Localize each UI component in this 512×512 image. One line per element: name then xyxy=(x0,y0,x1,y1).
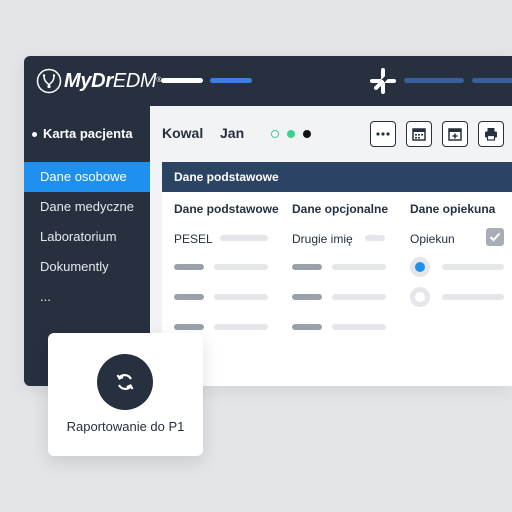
calendar-icon xyxy=(412,128,426,141)
sync-button[interactable] xyxy=(97,354,153,410)
calendar-add-button[interactable] xyxy=(442,121,468,147)
more-button[interactable] xyxy=(370,121,396,147)
column-header-guardian: Dane opiekuna xyxy=(410,202,496,216)
sidebar-item-dane-osobowe[interactable]: Dane osobowe xyxy=(24,162,150,192)
placeholder-label xyxy=(292,294,322,300)
column-header-basic: Dane podstawowe xyxy=(174,202,279,216)
sidebar-header: Karta pacjenta xyxy=(32,126,133,141)
placeholder-label xyxy=(174,294,204,300)
sync-icon xyxy=(116,374,134,390)
column-header-optional: Dane opcjonalne xyxy=(292,202,389,216)
status-dot-outline xyxy=(271,130,279,138)
placeholder-label xyxy=(174,264,204,270)
placeholder-field[interactable] xyxy=(214,324,268,330)
guardian-checkbox[interactable] xyxy=(486,228,504,246)
main-content: Kowal Jan Dane podstawowe Dane podstawow… xyxy=(150,106,512,386)
nav-placeholder-2[interactable] xyxy=(472,78,512,83)
radio-selected-dot xyxy=(415,262,425,272)
sidebar-item-dane-medyczne[interactable]: Dane medyczne xyxy=(24,192,150,222)
radio-empty-dot xyxy=(415,292,425,302)
checkmark-icon xyxy=(489,232,501,242)
more-icon xyxy=(376,132,390,136)
status-dot-green xyxy=(287,130,295,138)
placeholder-label xyxy=(292,324,322,330)
placeholder-field[interactable] xyxy=(214,294,268,300)
field-label-second-name: Drugie imię xyxy=(292,232,353,246)
docplanner-icon[interactable] xyxy=(370,68,396,94)
basic-data-panel: Dane podstawowe Dane podstawowe Dane opc… xyxy=(162,162,512,386)
second-name-field[interactable] xyxy=(365,235,385,241)
print-button[interactable] xyxy=(478,121,504,147)
print-icon xyxy=(485,128,497,141)
sidebar-item-laboratorium[interactable]: Laboratorium xyxy=(24,222,150,252)
bullet-icon xyxy=(32,132,37,138)
placeholder-label xyxy=(174,324,204,330)
guardian-radio-2[interactable] xyxy=(410,287,430,307)
placeholder-label xyxy=(292,264,322,270)
report-p1-label: Raportowanie do P1 xyxy=(66,419,185,434)
app-logo[interactable]: MyDrEDM® xyxy=(64,69,162,93)
panel-title: Dane podstawowe xyxy=(162,162,512,192)
stethoscope-heart-icon xyxy=(36,68,62,94)
patient-first-name: Jan xyxy=(220,125,245,141)
field-label-pesel: PESEL xyxy=(174,232,213,246)
placeholder-field[interactable] xyxy=(332,294,386,300)
logo-bold: MyDr xyxy=(64,70,113,92)
pesel-field[interactable] xyxy=(220,235,268,241)
placeholder-field[interactable] xyxy=(332,324,386,330)
guardian-radio-1[interactable] xyxy=(410,257,430,277)
sidebar-item-dokumenty[interactable]: Dokumently xyxy=(24,252,150,282)
calendar-button[interactable] xyxy=(406,121,432,147)
sidebar-header-label: Karta pacjenta xyxy=(43,126,133,141)
status-dot-black xyxy=(303,130,311,138)
calendar-add-icon xyxy=(448,128,462,141)
patient-last-name: Kowal xyxy=(162,125,204,141)
field-label-guardian: Opiekun xyxy=(410,232,455,246)
top-bar: MyDrEDM® xyxy=(24,56,512,106)
placeholder-field[interactable] xyxy=(442,264,504,270)
placeholder-field[interactable] xyxy=(332,264,386,270)
report-p1-card[interactable]: Raportowanie do P1 xyxy=(48,333,203,456)
sidebar-item-more[interactable]: ... xyxy=(24,282,150,312)
nav-placeholder-blue[interactable] xyxy=(210,78,252,83)
placeholder-field[interactable] xyxy=(442,294,504,300)
placeholder-field[interactable] xyxy=(214,264,268,270)
logo-light: EDM xyxy=(112,70,157,92)
nav-placeholder-1[interactable] xyxy=(404,78,464,83)
nav-placeholder-white[interactable] xyxy=(161,78,203,83)
